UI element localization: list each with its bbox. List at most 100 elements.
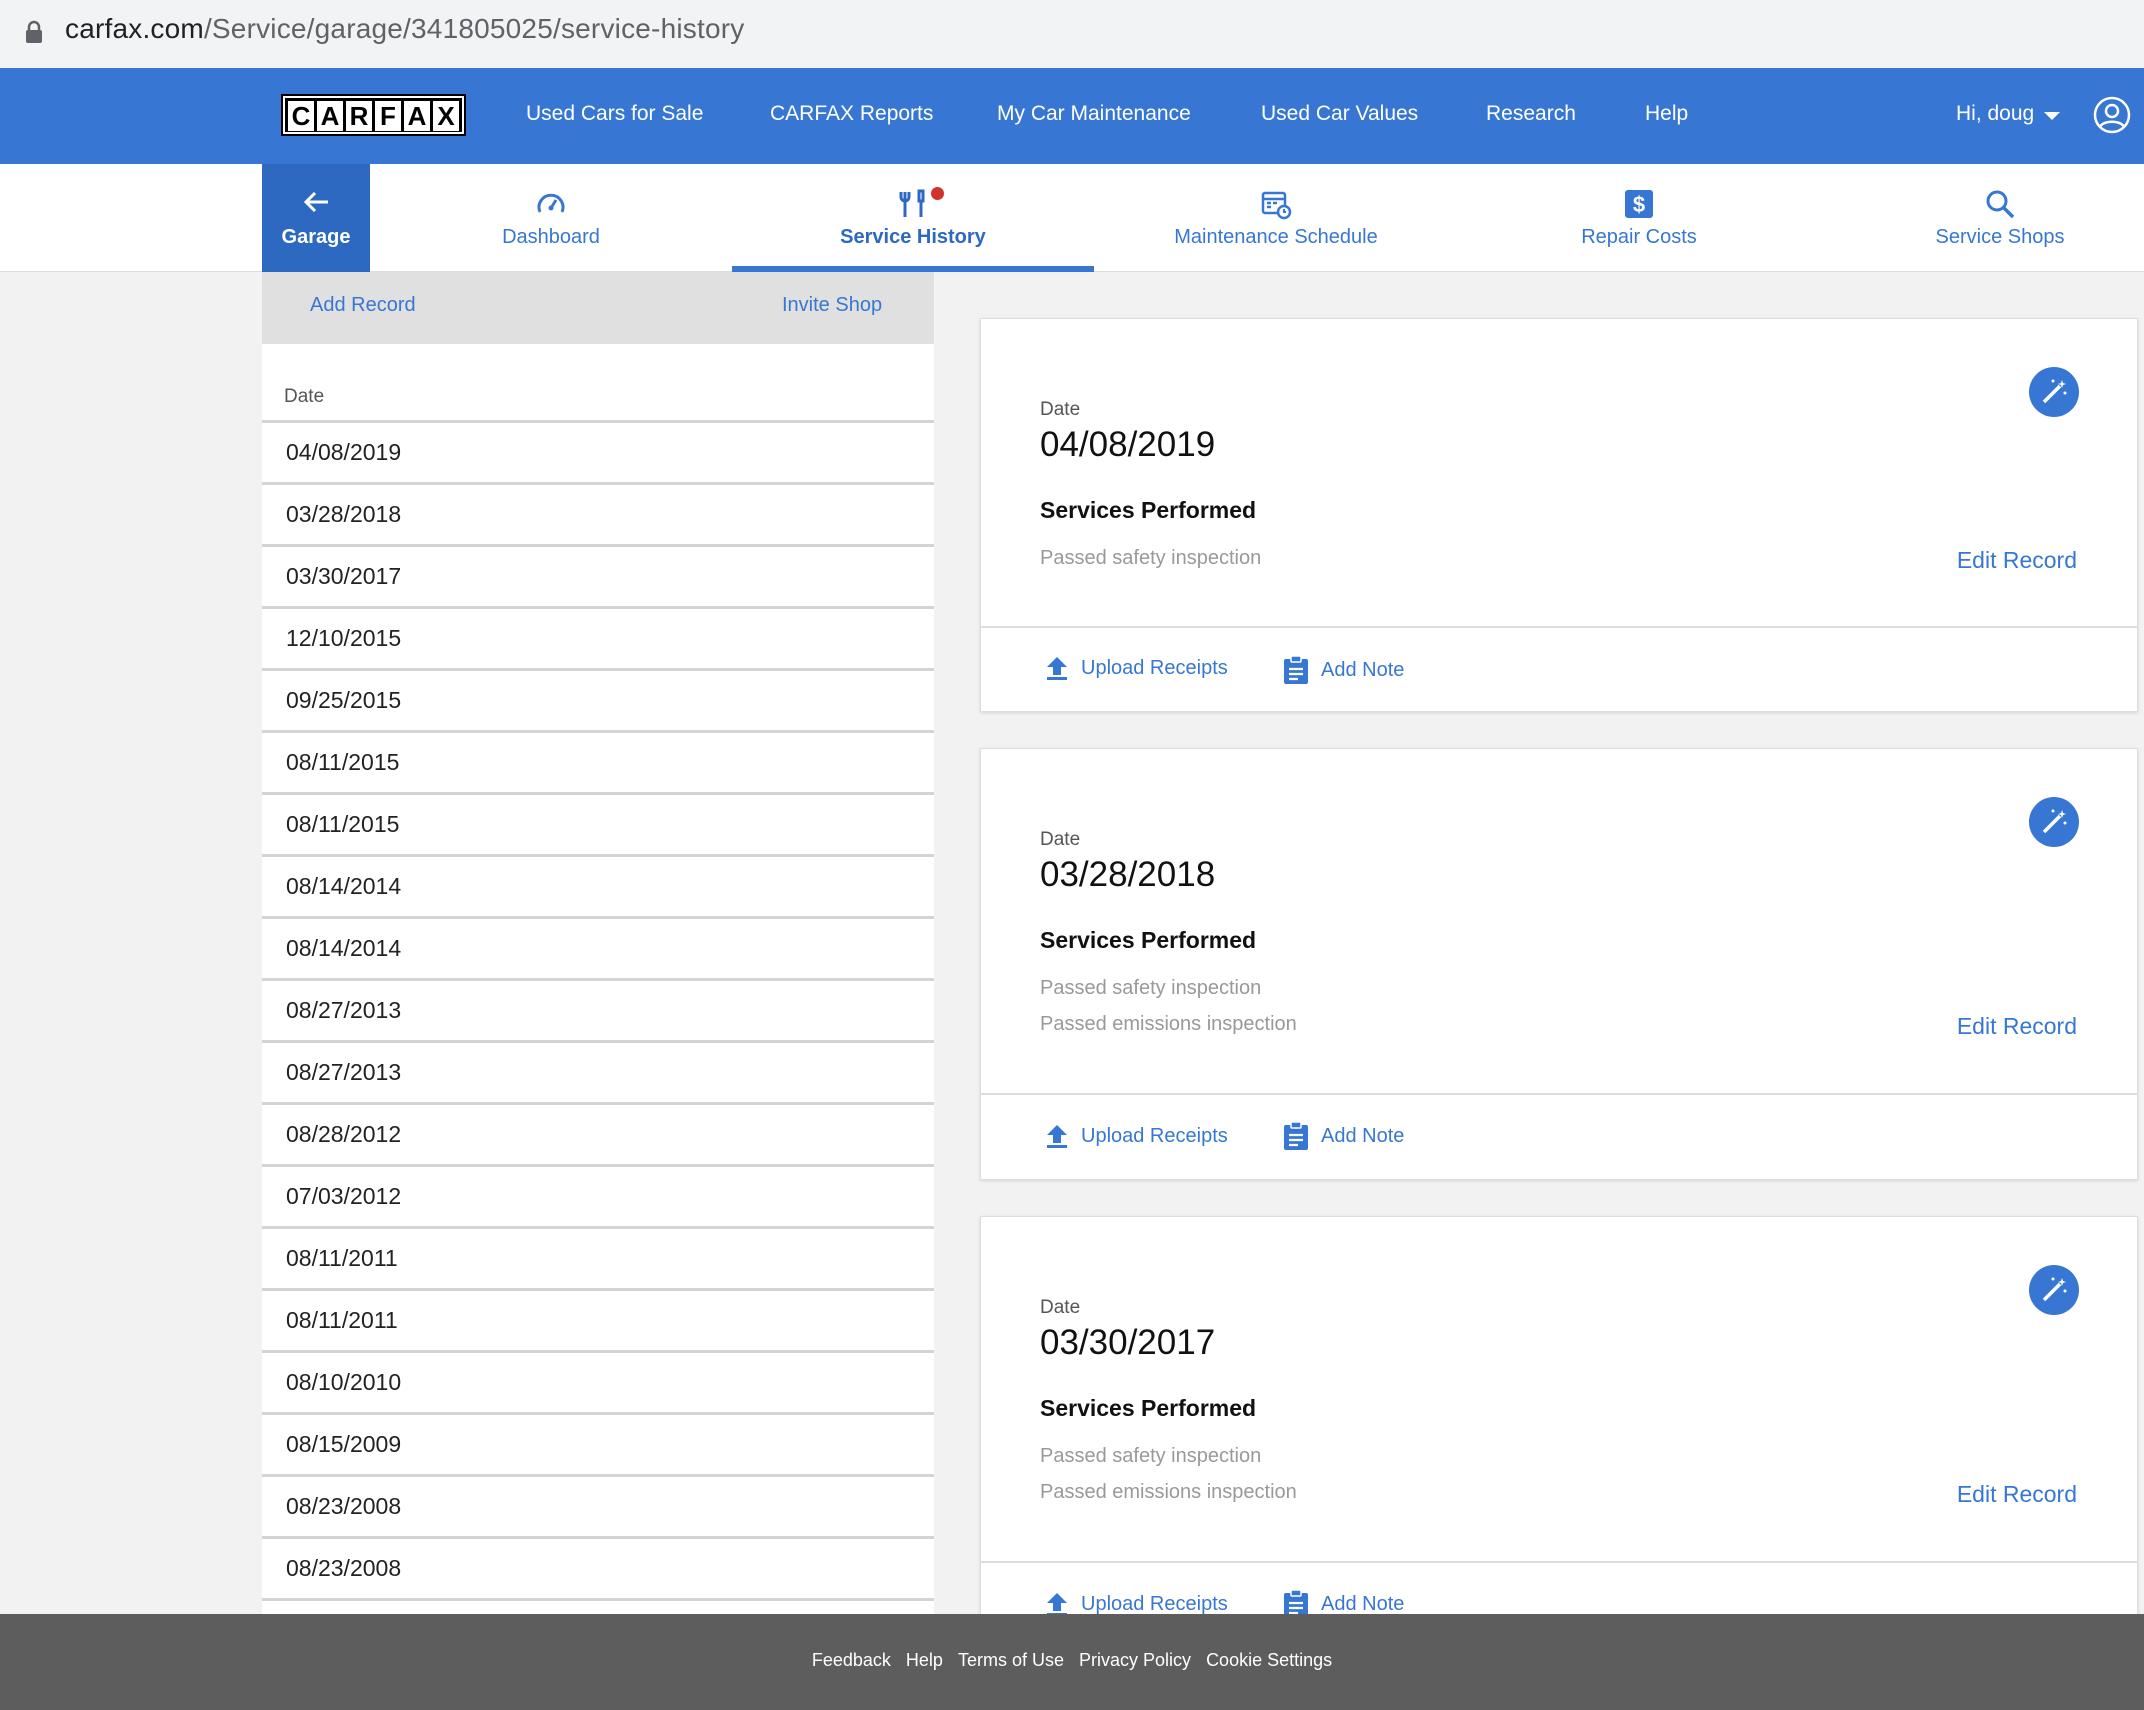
magic-wand-icon: [2042, 1277, 2067, 1302]
footer-link-help[interactable]: Help: [906, 1650, 943, 1670]
account-icon[interactable]: [2093, 96, 2131, 134]
carfax-logo[interactable]: C A R F A X: [281, 94, 466, 136]
date-list-row[interactable]: 08/11/2011: [262, 1291, 934, 1353]
date-list-row[interactable]: 08/28/2012: [262, 1105, 934, 1167]
lock-icon: [26, 20, 42, 43]
service-item: Passed safety inspection: [1040, 547, 1262, 569]
dollar-icon: $: [1625, 190, 1653, 218]
tab-label: Service Shops: [1935, 226, 2065, 248]
magic-wand-icon: [2042, 809, 2067, 834]
record-date: 04/08/2019: [1040, 425, 1216, 464]
date-list-row[interactable]: 08/27/2013: [262, 1043, 934, 1105]
services-performed-heading: Services Performed: [1040, 1395, 1257, 1421]
footer-link-feedback[interactable]: Feedback: [812, 1650, 891, 1670]
date-label: Date: [1040, 399, 1081, 420]
tab-dashboard[interactable]: Dashboard: [420, 164, 682, 272]
tab-service-shops[interactable]: Service Shops: [1900, 164, 2100, 272]
upload-receipts-button[interactable]: Upload Receipts: [1045, 1123, 1228, 1149]
date-list-row[interactable]: 08/11/2011: [262, 1229, 934, 1291]
user-menu[interactable]: Hi, doug: [1956, 102, 2061, 126]
svg-text:$: $: [1633, 192, 1645, 217]
divider: [981, 626, 2137, 628]
tab-label: Dashboard: [502, 226, 600, 248]
top-navigation: C A R F A X Used Cars for Sale CARFAX Re…: [0, 68, 2144, 164]
date-label: Date: [1040, 1297, 1081, 1318]
add-note-label: Add Note: [1321, 1592, 1405, 1615]
nav-help[interactable]: Help: [1645, 102, 1688, 126]
date-list-row[interactable]: 08/11/2015: [262, 733, 934, 795]
upload-receipts-button[interactable]: Upload Receipts: [1045, 655, 1228, 681]
date-list-row[interactable]: 08/27/2013: [262, 981, 934, 1043]
add-note-label: Add Note: [1321, 1124, 1405, 1147]
url-text: carfax.com/Service/garage/341805025/serv…: [65, 13, 744, 45]
magic-wand-button[interactable]: [2029, 367, 2079, 417]
service-item: Passed safety inspection: [1040, 1445, 1262, 1467]
date-list-row[interactable]: 03/28/2018: [262, 485, 934, 547]
clipboard-icon: [1284, 655, 1308, 684]
add-record-link[interactable]: Add Record: [310, 294, 416, 317]
magic-wand-button[interactable]: [2029, 1265, 2079, 1315]
record-actions-bar: Add Record Invite Shop: [262, 272, 934, 344]
tab-maintenance-schedule[interactable]: Maintenance Schedule: [1130, 164, 1422, 272]
tab-repair-costs[interactable]: $ Repair Costs: [1510, 164, 1768, 272]
footer-link-terms[interactable]: Terms of Use: [958, 1650, 1064, 1670]
date-list-row[interactable]: 04/08/2019: [262, 423, 934, 485]
service-item: Passed safety inspection: [1040, 977, 1262, 999]
date-list-row[interactable]: 07/03/2012: [262, 1167, 934, 1229]
edit-record-link[interactable]: Edit Record: [1957, 1013, 2077, 1040]
clipboard-icon: [1284, 1121, 1308, 1150]
nav-my-car-maintenance[interactable]: My Car Maintenance: [997, 102, 1191, 126]
services-performed-heading: Services Performed: [1040, 497, 1257, 523]
add-note-button[interactable]: Add Note: [1283, 1121, 1404, 1151]
sub-navigation: Garage Dashboard Service History Mainten…: [0, 164, 2144, 272]
services-performed-heading: Services Performed: [1040, 927, 1257, 953]
nav-used-cars-for-sale[interactable]: Used Cars for Sale: [526, 102, 703, 126]
date-list-row[interactable]: 08/23/2008: [262, 1477, 934, 1539]
date-label: Date: [1040, 829, 1081, 850]
date-list-row[interactable]: 12/10/2015: [262, 609, 934, 671]
logo-letter: A: [404, 101, 430, 131]
nav-research[interactable]: Research: [1486, 102, 1576, 126]
record-date: 03/30/2017: [1040, 1323, 1216, 1362]
nav-used-car-values[interactable]: Used Car Values: [1261, 102, 1418, 126]
footer-link-cookie-settings[interactable]: Cookie Settings: [1206, 1650, 1332, 1670]
date-list-row[interactable]: 08/14/2014: [262, 857, 934, 919]
date-list-row[interactable]: 08/10/2010: [262, 1353, 934, 1415]
tab-service-history[interactable]: Service History: [732, 164, 1094, 272]
nav-carfax-reports[interactable]: CARFAX Reports: [770, 102, 933, 126]
date-list-row[interactable]: 08/11/2015: [262, 795, 934, 857]
service-item: Passed emissions inspection: [1040, 1481, 1297, 1503]
speedometer-icon: [537, 193, 565, 213]
add-note-label: Add Note: [1321, 658, 1405, 681]
notification-dot: [931, 187, 944, 200]
invite-shop-link[interactable]: Invite Shop: [782, 294, 882, 317]
service-record-card: Date 04/08/2019 Services Performed Passe…: [980, 318, 2138, 712]
logo-letter: X: [433, 101, 459, 131]
date-list: 04/08/2019 03/28/2018 03/30/2017 12/10/2015…: [262, 423, 934, 1601]
garage-label: Garage: [281, 226, 351, 248]
footer-links: Feedback Help Terms of Use Privacy Polic…: [0, 1650, 2144, 1671]
logo-letter: F: [375, 101, 401, 131]
upload-receipts-label: Upload Receipts: [1081, 1592, 1228, 1615]
edit-record-link[interactable]: Edit Record: [1957, 1481, 2077, 1508]
browser-url-bar[interactable]: carfax.com/Service/garage/341805025/serv…: [0, 0, 2144, 64]
record-date: 03/28/2018: [1040, 855, 1216, 894]
date-column-header: Date: [284, 386, 325, 407]
service-record-card: Date 03/30/2017 Services Performed Passe…: [980, 1216, 2138, 1636]
logo-letter: A: [317, 101, 343, 131]
magic-wand-button[interactable]: [2029, 797, 2079, 847]
date-list-row[interactable]: 08/15/2009: [262, 1415, 934, 1477]
date-list-row[interactable]: 09/25/2015: [262, 671, 934, 733]
edit-record-link[interactable]: Edit Record: [1957, 547, 2077, 574]
service-record-card: Date 03/28/2018 Services Performed Passe…: [980, 748, 2138, 1180]
url-domain: carfax.com: [65, 13, 204, 44]
date-list-row[interactable]: 08/23/2008: [262, 1539, 934, 1601]
add-note-button[interactable]: Add Note: [1283, 655, 1404, 685]
date-list-row[interactable]: 03/30/2017: [262, 547, 934, 609]
footer-link-privacy[interactable]: Privacy Policy: [1079, 1650, 1191, 1670]
date-list-row[interactable]: 08/14/2014: [262, 919, 934, 981]
record-list-panel: Add Record Invite Shop Date 04/08/2019 03…: [262, 272, 934, 1614]
logo-letter: C: [288, 101, 314, 131]
garage-back-button[interactable]: Garage: [262, 164, 370, 272]
magic-wand-icon: [2042, 379, 2067, 404]
